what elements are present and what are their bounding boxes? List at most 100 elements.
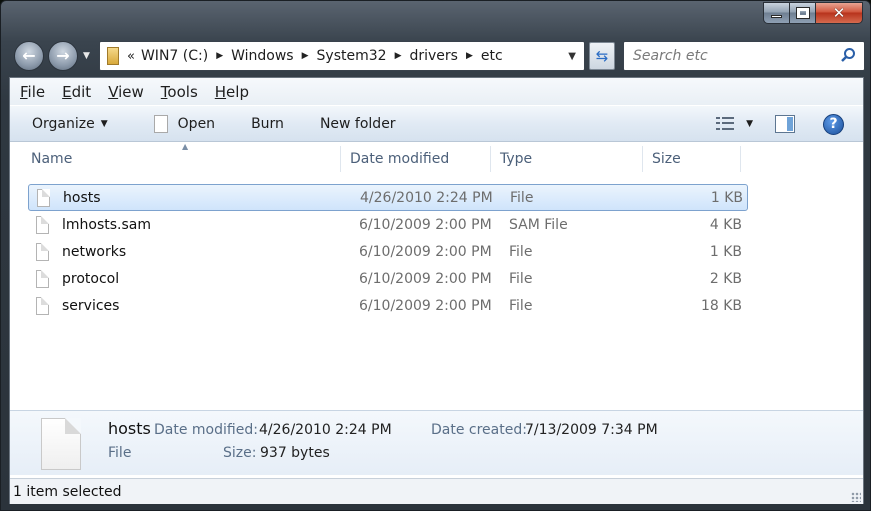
document-icon <box>153 114 168 133</box>
column-header-type[interactable]: Type <box>490 144 642 174</box>
details-pane: hosts Date modified: 4/26/2010 2:24 PM D… <box>10 410 863 475</box>
file-name: services <box>62 297 120 314</box>
file-date-modified: 6/10/2009 2:00 PM <box>359 270 492 287</box>
burn-button[interactable]: Burn <box>251 116 284 132</box>
breadcrumb-drive[interactable]: WIN7 (C:) <box>141 48 208 64</box>
column-headers: ▲ Name Date modified Type Size <box>10 142 863 174</box>
file-date-modified: 6/10/2009 2:00 PM <box>359 216 492 233</box>
maximize-icon <box>795 7 810 19</box>
menu-help[interactable]: Help <box>215 83 249 101</box>
file-size: 2 KB <box>709 270 742 287</box>
menu-file[interactable]: File <box>20 83 45 101</box>
breadcrumb-system32[interactable]: System32 <box>317 48 387 64</box>
forward-button[interactable]: → <box>48 41 78 71</box>
details-date-created: 7/13/2009 7:34 PM <box>525 422 658 438</box>
file-name: hosts <box>63 189 101 206</box>
search-input[interactable] <box>633 48 833 64</box>
back-button[interactable]: ← <box>14 41 44 71</box>
column-header-end <box>740 144 750 174</box>
address-history-dropdown[interactable]: ▼ <box>568 51 576 62</box>
file-type: File <box>510 189 534 206</box>
table-row[interactable]: networks 6/10/2009 2:00 PM File 1 KB <box>28 238 748 265</box>
details-date-modified-label: Date modified: <box>154 422 258 438</box>
resize-grip-icon[interactable] <box>851 492 861 502</box>
breadcrumb-etc[interactable]: etc <box>481 48 503 64</box>
file-type: SAM File <box>509 216 568 233</box>
explorer-client-area: File Edit View Tools Help Organize ▼ Ope… <box>9 77 864 504</box>
menu-tools[interactable]: Tools <box>161 83 198 101</box>
command-bar-right: ▼ ? <box>716 106 863 142</box>
details-date-created-label: Date created: <box>431 422 527 438</box>
organize-button[interactable]: Organize ▼ <box>32 116 108 132</box>
close-icon: ✕ <box>832 3 846 22</box>
details-date-modified: 4/26/2010 2:24 PM <box>259 422 392 438</box>
view-options-dropdown[interactable]: ▼ <box>746 119 753 129</box>
preview-pane-icon[interactable] <box>775 115 795 133</box>
file-icon <box>36 215 49 234</box>
folder-icon <box>107 47 119 65</box>
recent-pages-dropdown[interactable]: ▼ <box>83 51 93 61</box>
sort-ascending-icon: ▲ <box>182 142 189 151</box>
search-box[interactable] <box>623 41 865 71</box>
file-date-modified: 4/26/2010 2:24 PM <box>360 189 493 206</box>
view-details-icon[interactable] <box>716 117 735 131</box>
file-size: 4 KB <box>709 216 742 233</box>
chevron-down-icon: ▼ <box>100 118 108 129</box>
file-date-modified: 6/10/2009 2:00 PM <box>359 297 492 314</box>
arrow-left-icon: ← <box>22 46 36 65</box>
minimize-button[interactable] <box>763 2 790 24</box>
chevron-right-icon[interactable]: ▶ <box>466 51 473 61</box>
menu-bar: File Edit View Tools Help <box>10 78 863 105</box>
details-size-label: Size: <box>223 445 257 461</box>
maximize-button[interactable] <box>790 2 816 24</box>
breadcrumb-drivers[interactable]: drivers <box>409 48 457 64</box>
file-type: File <box>509 243 533 260</box>
details-size: 937 bytes <box>260 445 330 461</box>
new-folder-label: New folder <box>319 115 396 132</box>
file-icon <box>41 418 81 470</box>
address-bar[interactable]: « WIN7 (C:) ▶ Windows ▶ System32 ▶ drive… <box>99 41 585 71</box>
details-kind: File <box>108 445 132 461</box>
burn-label: Burn <box>251 115 284 132</box>
file-date-modified: 6/10/2009 2:00 PM <box>359 243 492 260</box>
table-row[interactable]: services 6/10/2009 2:00 PM File 18 KB <box>28 292 748 319</box>
open-label: Open <box>177 115 216 132</box>
column-header-name[interactable]: ▲ Name <box>10 142 340 174</box>
open-button[interactable]: Open <box>153 114 216 133</box>
menu-edit[interactable]: Edit <box>62 83 91 101</box>
table-row[interactable]: hosts 4/26/2010 2:24 PM File 1 KB <box>28 184 748 211</box>
file-name: protocol <box>62 270 120 287</box>
breadcrumb-windows[interactable]: Windows <box>231 48 294 64</box>
column-header-size[interactable]: Size <box>642 144 740 174</box>
close-button[interactable]: ✕ <box>816 2 863 24</box>
new-folder-button[interactable]: New folder <box>320 116 396 132</box>
file-type: File <box>509 270 533 287</box>
table-row[interactable]: protocol 6/10/2009 2:00 PM File 2 KB <box>28 265 748 292</box>
refresh-button[interactable]: ⇆ <box>589 42 615 70</box>
caption-buttons: ✕ <box>763 2 863 24</box>
file-name: lmhosts.sam <box>62 216 152 233</box>
details-file-name: hosts <box>108 419 151 438</box>
file-size: 1 KB <box>710 189 743 206</box>
file-size: 1 KB <box>709 243 742 260</box>
help-icon[interactable]: ? <box>823 113 844 135</box>
breadcrumb: « WIN7 (C:) ▶ Windows ▶ System32 ▶ drive… <box>127 48 503 64</box>
column-header-date-modified[interactable]: Date modified <box>340 144 490 174</box>
minimize-icon <box>771 14 782 18</box>
chevron-right-icon[interactable]: ▶ <box>395 51 402 61</box>
status-text: 1 item selected <box>13 483 122 500</box>
file-name: networks <box>62 243 127 260</box>
menu-view[interactable]: View <box>108 83 144 101</box>
chevron-right-icon[interactable]: ▶ <box>302 51 309 61</box>
explorer-window: ✕ ← → ▼ « WIN7 (C:) ▶ Windows ▶ System32… <box>0 0 871 511</box>
file-icon <box>36 296 49 315</box>
file-type: File <box>509 297 533 314</box>
status-bar: 1 item selected <box>10 478 863 504</box>
breadcrumb-overflow[interactable]: « <box>127 49 135 64</box>
search-icon[interactable] <box>840 47 856 63</box>
file-size: 18 KB <box>700 297 742 314</box>
file-icon <box>37 188 50 207</box>
table-row[interactable]: lmhosts.sam 6/10/2009 2:00 PM SAM File 4… <box>28 211 748 238</box>
chevron-right-icon[interactable]: ▶ <box>216 51 223 61</box>
organize-label: Organize <box>32 115 95 132</box>
